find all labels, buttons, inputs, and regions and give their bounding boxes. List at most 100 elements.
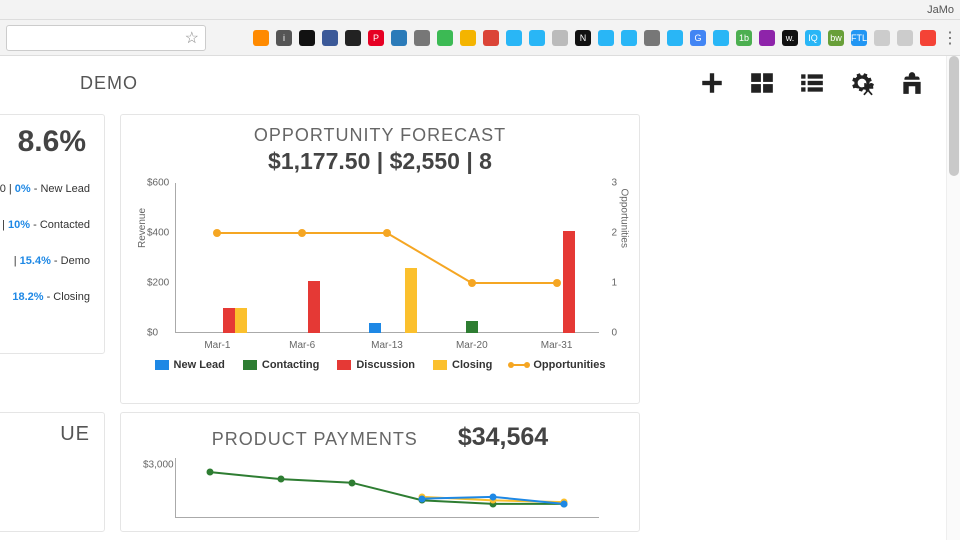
extension-icon[interactable]: N bbox=[575, 30, 591, 46]
payments-plot: $3,000 bbox=[175, 458, 599, 518]
x-tick: Mar-13 bbox=[371, 340, 403, 351]
payments-title: PRODUCT PAYMENTS bbox=[212, 429, 418, 450]
forecast-card: OPPORTUNITY FORECAST $1,177.50 | $2,550 … bbox=[120, 114, 640, 404]
bar bbox=[223, 308, 235, 333]
ue-title: UE bbox=[0, 423, 90, 446]
extension-icon[interactable]: i bbox=[276, 30, 292, 46]
line-point bbox=[490, 493, 497, 500]
extensions-row: i P N G 1b w. IQ bw FTL bbox=[212, 30, 936, 46]
extension-icon[interactable] bbox=[874, 30, 890, 46]
scrollbar[interactable] bbox=[946, 56, 960, 540]
extension-icon[interactable] bbox=[552, 30, 568, 46]
browser-titlebar: JaMo bbox=[0, 0, 960, 20]
line-point bbox=[419, 495, 426, 502]
extension-icon[interactable] bbox=[322, 30, 338, 46]
grid-icon[interactable] bbox=[748, 71, 776, 95]
browser-profile: JaMo bbox=[927, 4, 954, 16]
line-point bbox=[207, 469, 214, 476]
forecast-title: OPPORTUNITY FORECAST bbox=[135, 125, 625, 146]
line-point bbox=[278, 476, 285, 483]
y-left-tick: $600 bbox=[147, 178, 169, 189]
extension-icon[interactable] bbox=[529, 30, 545, 46]
extension-icon[interactable] bbox=[598, 30, 614, 46]
forecast-legend: New Lead Contacting Discussion Closing Oppor… bbox=[135, 359, 625, 371]
browser-menu-icon[interactable]: ⋮ bbox=[942, 28, 954, 48]
kpi-card: 8.6% 0% | 0 | 0% - New Lead 4 | 10% - Con… bbox=[0, 114, 105, 354]
extension-icon[interactable] bbox=[506, 30, 522, 46]
bar bbox=[235, 308, 247, 333]
agent-icon[interactable] bbox=[898, 71, 926, 95]
line-point bbox=[348, 479, 355, 486]
gear-icon[interactable] bbox=[848, 71, 876, 95]
line-point bbox=[213, 229, 221, 237]
dashboard-canvas: 8.6% 0% | 0 | 0% - New Lead 4 | 10% - Con… bbox=[0, 110, 960, 540]
bar bbox=[405, 268, 417, 333]
kpi-line: | 15.4% - Demo bbox=[0, 255, 90, 267]
legend-item: Opportunities bbox=[510, 359, 605, 371]
y-left-tick: $3,000 bbox=[143, 460, 174, 471]
extension-icon[interactable] bbox=[345, 30, 361, 46]
extension-icon[interactable] bbox=[253, 30, 269, 46]
y-right-tick: 3 bbox=[611, 178, 617, 189]
line-point bbox=[383, 229, 391, 237]
app-header: DEMO bbox=[0, 56, 960, 110]
list-icon[interactable] bbox=[798, 71, 826, 95]
line-point bbox=[553, 279, 561, 287]
extension-icon[interactable]: G bbox=[690, 30, 706, 46]
bar bbox=[308, 281, 320, 334]
header-actions bbox=[698, 71, 936, 95]
kpi-line: 4 | 10% - Contacted bbox=[0, 219, 90, 231]
extension-icon[interactable] bbox=[460, 30, 476, 46]
forecast-subtitle: $1,177.50 | $2,550 | 8 bbox=[135, 148, 625, 175]
x-tick: Mar-31 bbox=[541, 340, 573, 351]
extension-icon[interactable]: 1b bbox=[736, 30, 752, 46]
legend-item: Closing bbox=[433, 359, 492, 371]
kpi-headline: 8.6% bbox=[0, 125, 90, 159]
ue-card: UE bbox=[0, 412, 105, 532]
bar bbox=[563, 231, 575, 334]
page-title: DEMO bbox=[80, 73, 138, 94]
extension-icon[interactable] bbox=[414, 30, 430, 46]
y-right-tick: 0 bbox=[611, 328, 617, 339]
y-left-tick: $0 bbox=[147, 328, 158, 339]
extension-icon[interactable] bbox=[667, 30, 683, 46]
legend-item: Discussion bbox=[337, 359, 415, 371]
legend-item: New Lead bbox=[155, 359, 225, 371]
kpi-line: 18.2% - Closing bbox=[0, 291, 90, 303]
y-right-title: Opportunities bbox=[618, 189, 629, 248]
y-left-tick: $200 bbox=[147, 278, 169, 289]
extension-icon[interactable] bbox=[437, 30, 453, 46]
y-left-tick: $400 bbox=[147, 228, 169, 239]
extension-icon[interactable] bbox=[299, 30, 315, 46]
extension-icon[interactable]: IQ bbox=[805, 30, 821, 46]
bar bbox=[369, 323, 381, 333]
y-right-tick: 2 bbox=[611, 228, 617, 239]
x-tick: Mar-1 bbox=[204, 340, 230, 351]
extension-icon[interactable] bbox=[759, 30, 775, 46]
kpi-line: 0% | 0 | 0% - New Lead bbox=[0, 183, 90, 195]
extension-icon[interactable] bbox=[621, 30, 637, 46]
app-viewport: DEMO 8.6% 0% | 0 | 0% - New Lead4 | bbox=[0, 56, 960, 540]
extension-icon[interactable]: FTL bbox=[851, 30, 867, 46]
x-tick: Mar-6 bbox=[289, 340, 315, 351]
extension-icon[interactable] bbox=[897, 30, 913, 46]
extension-icon[interactable] bbox=[920, 30, 936, 46]
extension-icon[interactable]: w. bbox=[782, 30, 798, 46]
payments-card: PRODUCT PAYMENTS $34,564 $3,000 bbox=[120, 412, 640, 532]
legend-item: Contacting bbox=[243, 359, 319, 371]
extension-icon[interactable] bbox=[391, 30, 407, 46]
extension-icon[interactable] bbox=[644, 30, 660, 46]
extension-icon[interactable] bbox=[483, 30, 499, 46]
extension-icon[interactable]: P bbox=[368, 30, 384, 46]
star-icon[interactable]: ☆ bbox=[185, 28, 199, 48]
bar bbox=[466, 321, 478, 334]
browser-toolbar: ☆ i P N G 1b w. IQ bw FTL ⋮ bbox=[0, 20, 960, 56]
extension-icon[interactable]: bw bbox=[828, 30, 844, 46]
x-tick: Mar-20 bbox=[456, 340, 488, 351]
line-point bbox=[298, 229, 306, 237]
plus-icon[interactable] bbox=[698, 71, 726, 95]
address-bar[interactable]: ☆ bbox=[6, 25, 206, 51]
scrollbar-thumb[interactable] bbox=[949, 56, 959, 176]
y-right-tick: 1 bbox=[611, 278, 617, 289]
extension-icon[interactable] bbox=[713, 30, 729, 46]
